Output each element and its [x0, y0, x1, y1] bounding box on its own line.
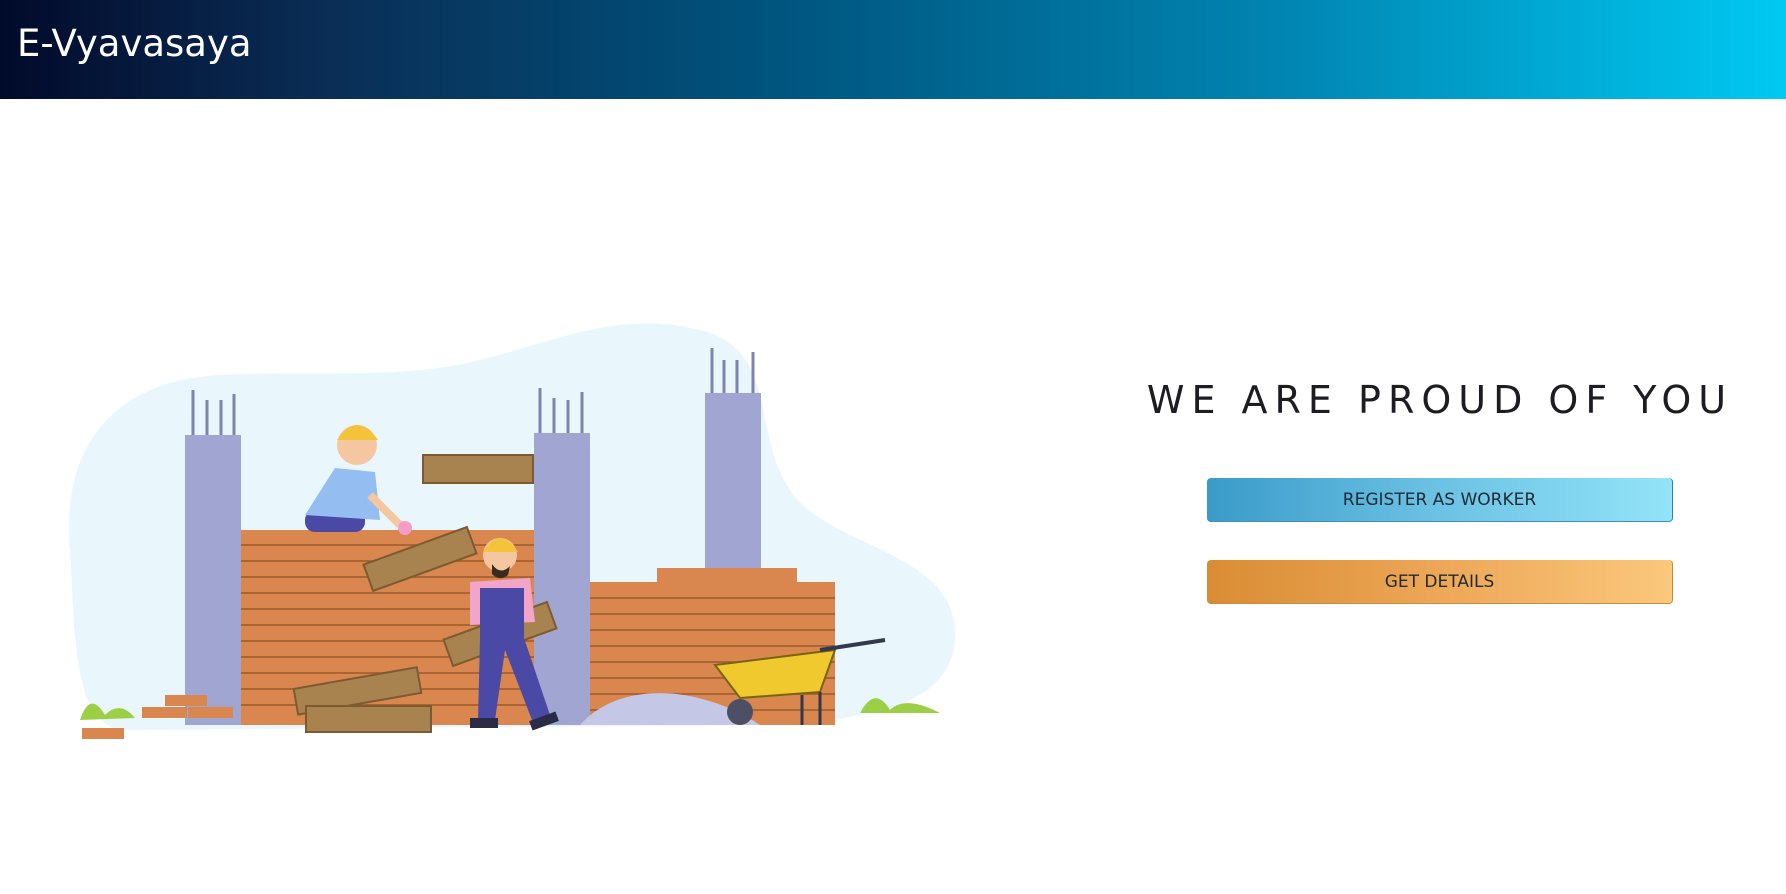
brand-logo-text[interactable]: E-Vyavasaya — [17, 22, 252, 66]
pillar-left — [185, 390, 241, 725]
register-as-worker-button[interactable]: REGISTER AS WORKER — [1207, 478, 1673, 522]
get-details-button[interactable]: GET DETAILS — [1207, 560, 1673, 604]
construction-workers-illustration — [68, 323, 956, 739]
pillar-middle — [534, 388, 590, 725]
plank — [305, 705, 432, 733]
top-navbar: E-Vyavasaya — [0, 0, 1786, 99]
plank — [422, 454, 534, 484]
hero-headline: WE ARE PROUD OF YOU — [1146, 378, 1734, 422]
